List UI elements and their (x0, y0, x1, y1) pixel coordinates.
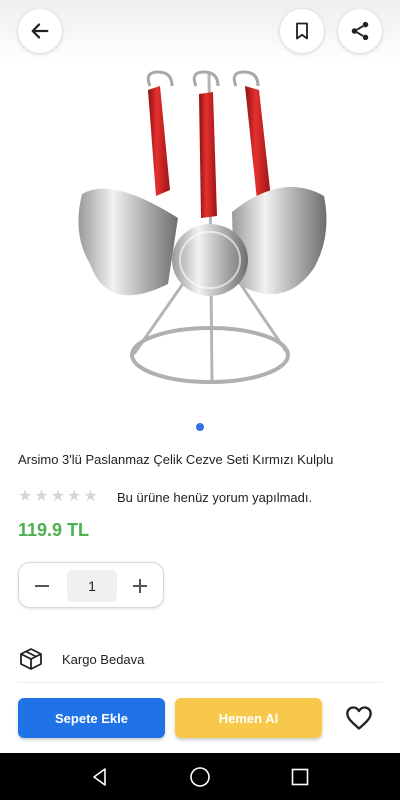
quantity-stepper: 1 (18, 562, 164, 608)
product-price: 119.9 TL (18, 520, 90, 540)
star-icon: ★ (67, 488, 82, 505)
star-icon: ★ (83, 488, 98, 505)
top-bar (0, 0, 400, 62)
package-box-icon (20, 648, 42, 670)
minus-icon (35, 585, 49, 587)
square-recents-icon (291, 768, 309, 786)
add-to-cart-button[interactable]: Sepete Ekle (18, 698, 165, 738)
heart-icon (346, 706, 372, 730)
star-icon: ★ (34, 488, 49, 505)
arrow-left-icon (31, 23, 49, 39)
system-recents-button[interactable] (288, 765, 312, 789)
plus-icon (133, 579, 147, 593)
system-back-button[interactable] (88, 765, 112, 789)
triangle-back-icon (93, 768, 106, 786)
bookmark-button[interactable] (280, 9, 324, 53)
quantity-increase-button[interactable] (127, 573, 153, 599)
back-button[interactable] (18, 9, 62, 53)
quantity-input[interactable]: 1 (67, 570, 117, 602)
star-icon: ★ (50, 488, 66, 505)
quantity-decrease-button[interactable] (29, 573, 55, 599)
product-image[interactable] (0, 62, 400, 410)
shipping-info: Kargo Bedava (18, 646, 144, 672)
product-title: Arsimo 3'lü Paslanmaz Çelik Cezve Seti K… (18, 452, 334, 467)
image-pager-dot[interactable] (196, 423, 204, 431)
system-nav-bar (0, 753, 400, 800)
bookmark-icon (296, 22, 308, 40)
star-icon: ★ (18, 488, 33, 505)
divider (18, 682, 382, 683)
review-status-text: Bu ürüne henüz yorum yapılmadı. (117, 490, 313, 505)
favorite-button[interactable] (340, 700, 378, 736)
rating-stars: ★ ★ ★ ★ ★ (18, 489, 98, 505)
system-home-button[interactable] (188, 765, 212, 789)
share-icon (351, 21, 369, 41)
buy-now-button[interactable]: Hemen Al (175, 698, 322, 738)
share-button[interactable] (338, 9, 382, 53)
shipping-label: Kargo Bedava (62, 652, 145, 667)
circle-home-icon (190, 767, 210, 787)
